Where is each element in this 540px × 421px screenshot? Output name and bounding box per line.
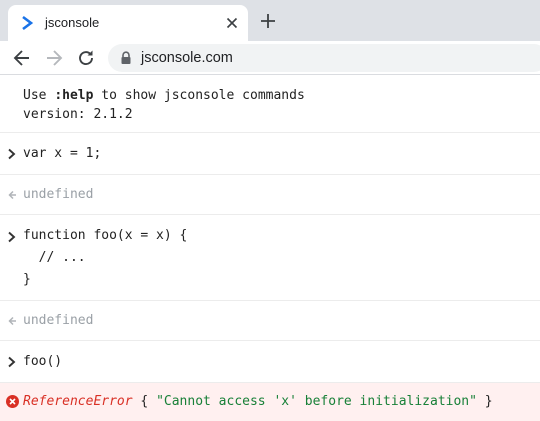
input-code-line: var x = 1; bbox=[23, 146, 102, 161]
reload-icon[interactable] bbox=[75, 47, 97, 69]
console-error-entry: ReferenceError { "Cannot access 'x' befo… bbox=[0, 383, 540, 421]
input-code-line: foo() bbox=[23, 354, 63, 369]
jsconsole-favicon-icon bbox=[22, 15, 34, 31]
input-chevron-icon bbox=[8, 148, 16, 160]
forward-arrow-icon[interactable] bbox=[43, 47, 65, 69]
input-code-line: } bbox=[23, 272, 31, 287]
input-chevron-icon bbox=[8, 231, 16, 243]
input-code-line: // ... bbox=[23, 250, 86, 265]
input-code-line: function foo(x = x) { bbox=[23, 228, 188, 243]
tab-jsconsole[interactable]: jsconsole bbox=[8, 5, 248, 41]
browser-toolbar: jsconsole.com bbox=[0, 41, 540, 75]
intro-suffix: to show jsconsole commands bbox=[93, 88, 305, 103]
version-line: version: 2.1.2 bbox=[23, 107, 133, 122]
tab-strip: jsconsole bbox=[0, 0, 540, 41]
error-message-line: ReferenceError { "Cannot access 'x' befo… bbox=[23, 391, 493, 413]
tab-title: jsconsole bbox=[45, 15, 100, 30]
error-message: "Cannot access 'x' before initialization… bbox=[156, 394, 477, 409]
back-arrow-icon[interactable] bbox=[11, 47, 33, 69]
console-input-entry: var x = 1; bbox=[0, 133, 540, 175]
error-brace-open: { bbox=[132, 394, 157, 409]
intro-help-line: Use :help to show jsconsole commands bbox=[23, 87, 305, 105]
close-icon[interactable] bbox=[224, 15, 240, 31]
console-input-entry: foo() bbox=[0, 341, 540, 383]
new-tab-plus-icon[interactable] bbox=[258, 11, 278, 31]
help-command: :help bbox=[54, 88, 94, 103]
result-value: undefined bbox=[23, 187, 94, 202]
result-arrow-icon bbox=[8, 190, 16, 200]
console-intro: Use :help to show jsconsole commands ver… bbox=[0, 75, 540, 133]
lock-icon bbox=[121, 51, 131, 64]
error-circle-icon bbox=[6, 395, 19, 408]
result-arrow-icon bbox=[8, 316, 16, 326]
error-name: ReferenceError bbox=[23, 394, 133, 409]
input-chevron-icon bbox=[8, 356, 16, 368]
console-input-entry: function foo(x = x) { // ... } bbox=[0, 215, 540, 301]
result-value: undefined bbox=[23, 313, 94, 328]
console-output: Use :help to show jsconsole commands ver… bbox=[0, 75, 540, 421]
intro-prefix: Use bbox=[23, 88, 55, 103]
address-bar[interactable]: jsconsole.com bbox=[108, 44, 540, 72]
console-result-entry: undefined bbox=[0, 175, 540, 215]
url-text: jsconsole.com bbox=[141, 50, 233, 66]
error-brace-close: } bbox=[476, 394, 493, 409]
console-result-entry: undefined bbox=[0, 301, 540, 341]
